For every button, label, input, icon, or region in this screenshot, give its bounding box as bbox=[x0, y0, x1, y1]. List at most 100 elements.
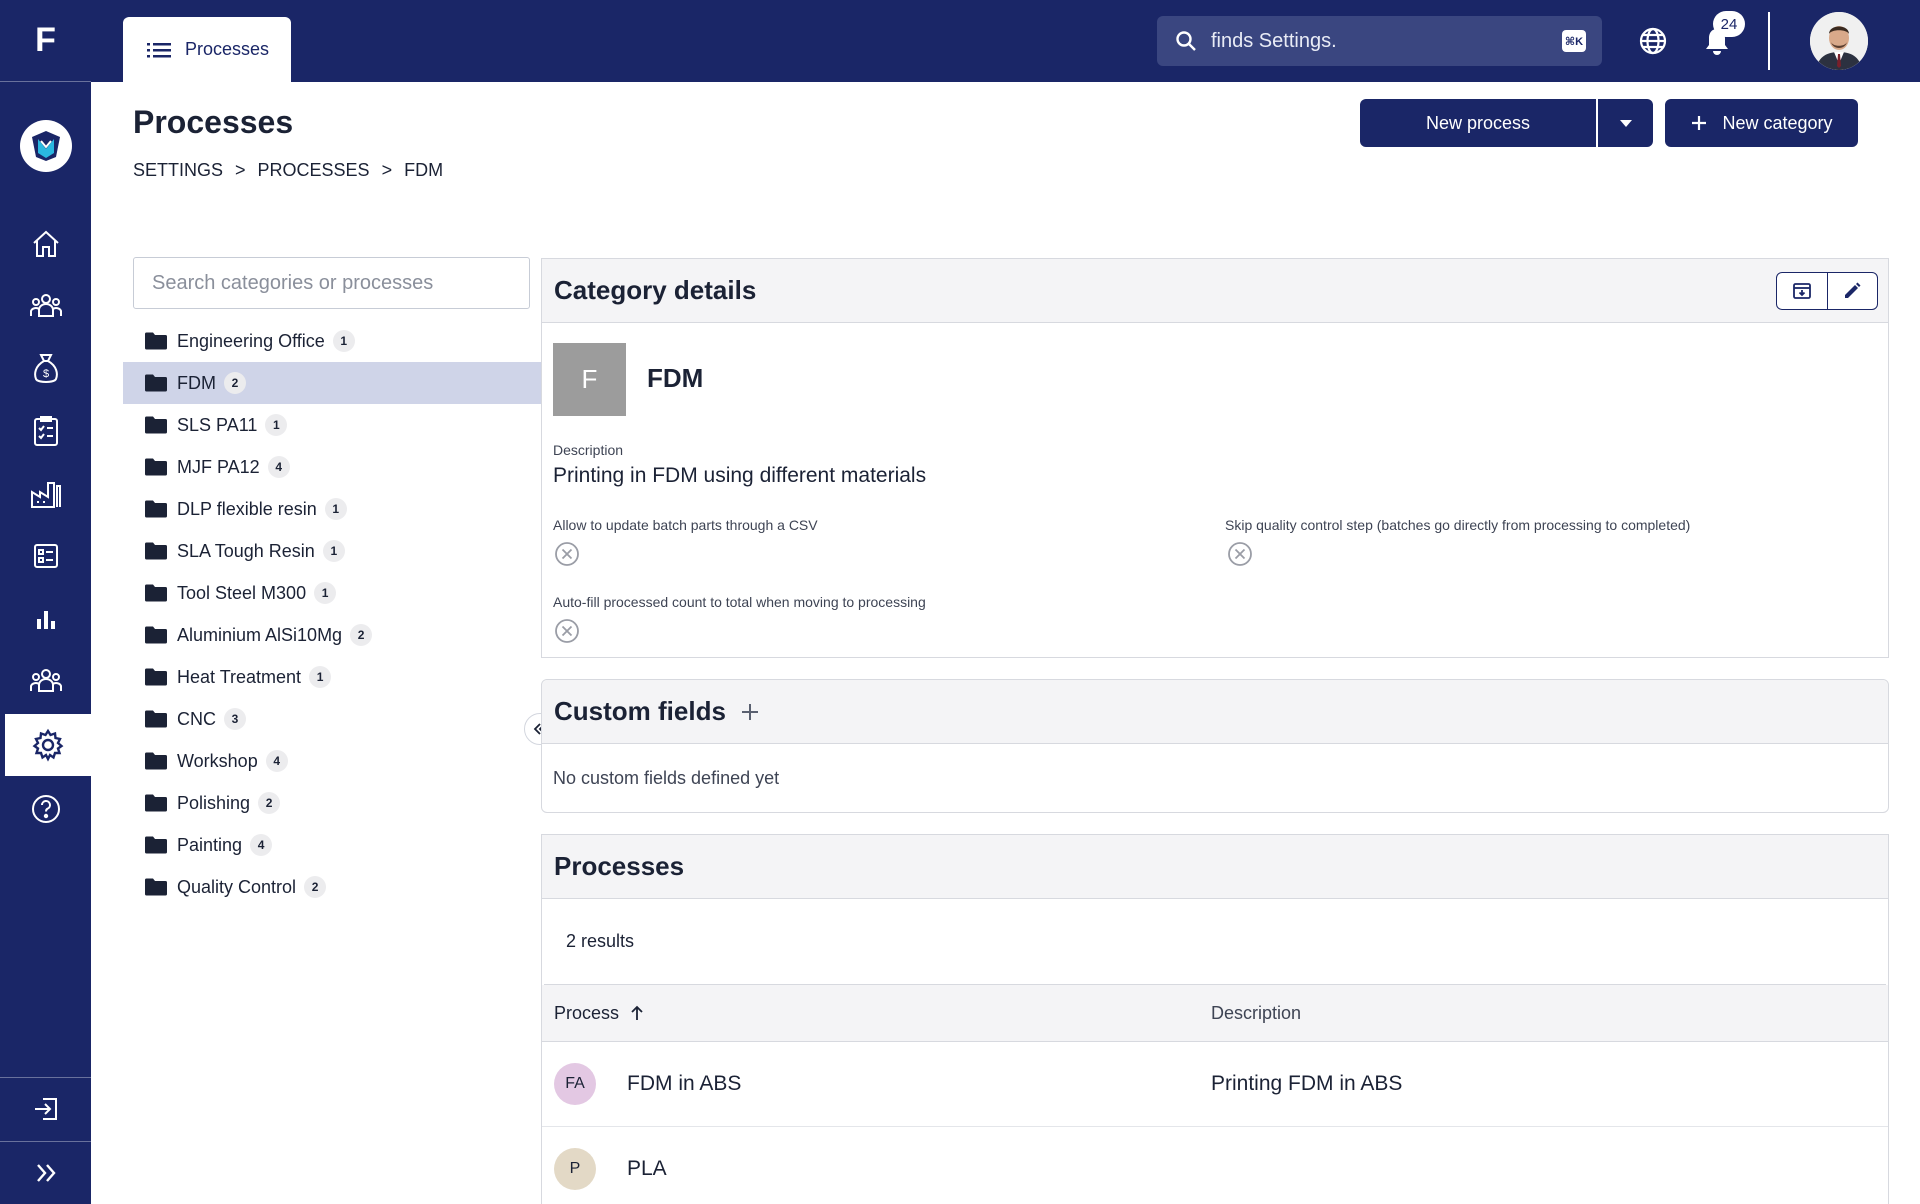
checklist-icon bbox=[33, 416, 58, 446]
folder-icon bbox=[145, 878, 167, 896]
folder-icon bbox=[145, 836, 167, 854]
rail-analytics[interactable] bbox=[0, 588, 91, 650]
help-icon bbox=[31, 795, 60, 823]
tree-item[interactable]: FDM 2 bbox=[123, 362, 541, 404]
tree-item-label: Quality Control bbox=[177, 876, 297, 897]
add-custom-field-icon[interactable] bbox=[740, 702, 760, 722]
tree-item[interactable]: SLA Tough Resin 1 bbox=[123, 530, 541, 572]
process-description: Printing FDM in ABS bbox=[1211, 1072, 1403, 1095]
tree-item[interactable]: Heat Treatment 1 bbox=[123, 656, 541, 698]
money-bag-icon: $ bbox=[33, 354, 58, 383]
breadcrumb-processes[interactable]: PROCESSES bbox=[258, 160, 370, 181]
new-category-button[interactable]: New category bbox=[1665, 99, 1858, 147]
caret-down-icon bbox=[1619, 119, 1632, 127]
folder-icon bbox=[145, 794, 167, 812]
tree-item[interactable]: Tool Steel M300 1 bbox=[123, 572, 541, 614]
tree-item-label: SLA Tough Resin bbox=[177, 540, 315, 561]
tree-item[interactable]: DLP flexible resin 1 bbox=[123, 488, 541, 530]
option-csv-label: Allow to update batch parts through a CS… bbox=[553, 517, 818, 533]
rail-logout[interactable] bbox=[0, 1078, 91, 1140]
folder-icon bbox=[145, 416, 167, 434]
tree-item[interactable]: Workshop 4 bbox=[123, 740, 541, 782]
category-actions bbox=[1776, 272, 1878, 310]
tree-item[interactable]: SLS PA11 1 bbox=[123, 404, 541, 446]
gear-icon bbox=[32, 728, 64, 762]
column-description[interactable]: Description bbox=[1211, 1003, 1301, 1024]
rail-help[interactable] bbox=[0, 778, 91, 840]
tree-search-input[interactable] bbox=[133, 257, 530, 309]
folder-icon bbox=[145, 332, 167, 350]
tree-item[interactable]: Aluminium AlSi10Mg 2 bbox=[123, 614, 541, 656]
global-search[interactable]: ⌘K bbox=[1157, 16, 1602, 66]
tree-item-label: Engineering Office bbox=[177, 330, 325, 351]
shield-logo-icon bbox=[32, 131, 60, 161]
rail-settings[interactable] bbox=[5, 714, 91, 776]
users-icon bbox=[29, 669, 62, 692]
table-row[interactable]: FA FDM in ABS Printing FDM in ABS bbox=[542, 1042, 1888, 1127]
tab-processes[interactable]: Processes bbox=[123, 17, 291, 82]
home-icon bbox=[32, 230, 59, 257]
tree-item-count: 1 bbox=[332, 330, 355, 352]
edit-category-button[interactable] bbox=[1828, 273, 1878, 309]
disabled-x-icon bbox=[555, 619, 579, 643]
rail-expand[interactable] bbox=[0, 1142, 91, 1204]
topbar-divider bbox=[1768, 12, 1770, 70]
list-icon bbox=[33, 544, 58, 568]
tree-item-count: 1 bbox=[314, 582, 337, 604]
rail-factory[interactable] bbox=[0, 463, 91, 525]
org-logo[interactable] bbox=[20, 120, 72, 172]
process-name[interactable]: PLA bbox=[627, 1157, 667, 1181]
new-process-dropdown-button[interactable] bbox=[1597, 99, 1653, 147]
folder-icon bbox=[145, 668, 167, 686]
table-row[interactable]: P PLA bbox=[542, 1127, 1888, 1204]
tree-item-label: SLS PA11 bbox=[177, 414, 258, 435]
process-avatar: P bbox=[554, 1148, 596, 1190]
logout-icon bbox=[34, 1098, 57, 1120]
archive-icon bbox=[1792, 283, 1811, 299]
archive-category-button[interactable] bbox=[1777, 273, 1828, 309]
user-avatar[interactable] bbox=[1810, 12, 1868, 70]
svg-text:$: $ bbox=[42, 368, 48, 380]
category-description: Printing in FDM using different material… bbox=[553, 464, 927, 487]
category-details-panel: Category details F FDM Description Print… bbox=[541, 258, 1889, 658]
processes-header: Processes bbox=[542, 835, 1888, 899]
pencil-icon bbox=[1845, 282, 1861, 298]
factory-icon bbox=[30, 482, 61, 508]
column-process[interactable]: Process bbox=[554, 1003, 645, 1024]
tree-item[interactable]: CNC 3 bbox=[123, 698, 541, 740]
category-details-header: Category details bbox=[542, 259, 1888, 323]
category-avatar: F bbox=[553, 343, 626, 416]
category-details-title: Category details bbox=[554, 275, 757, 305]
process-name[interactable]: FDM in ABS bbox=[627, 1072, 741, 1096]
language-button[interactable] bbox=[1634, 22, 1672, 60]
tree-item-count: 1 bbox=[309, 666, 332, 688]
global-search-input[interactable] bbox=[1211, 29, 1541, 53]
app-logo[interactable]: F bbox=[0, 0, 91, 82]
tree-item[interactable]: Polishing 2 bbox=[123, 782, 541, 824]
folder-icon bbox=[145, 542, 167, 560]
breadcrumb-settings[interactable]: SETTINGS bbox=[133, 160, 223, 181]
page-title: Processes bbox=[133, 104, 294, 140]
user-photo-icon bbox=[1810, 12, 1868, 70]
tree-item-count: 1 bbox=[324, 498, 347, 520]
table-header: Process Description bbox=[542, 985, 1888, 1042]
breadcrumb-current: FDM bbox=[404, 160, 444, 180]
new-process-button[interactable]: New process bbox=[1360, 99, 1596, 147]
breadcrumb-separator: > bbox=[381, 160, 393, 180]
rail-finance[interactable]: $ bbox=[0, 338, 91, 400]
rail-home[interactable] bbox=[0, 213, 91, 275]
tree-item[interactable]: Painting 4 bbox=[123, 824, 541, 866]
rail-checklist[interactable] bbox=[0, 400, 91, 462]
tree-item[interactable]: Quality Control 2 bbox=[123, 866, 541, 908]
description-label: Description bbox=[553, 442, 624, 458]
tree-item-label: Polishing bbox=[177, 792, 251, 813]
process-avatar: FA bbox=[554, 1063, 596, 1105]
rail-list[interactable] bbox=[0, 525, 91, 587]
tree-item[interactable]: MJF PA12 4 bbox=[123, 446, 541, 488]
tree-item[interactable]: Engineering Office 1 bbox=[123, 320, 541, 362]
results-count: 2 results bbox=[544, 899, 1886, 985]
custom-fields-empty: No custom fields defined yet bbox=[553, 768, 780, 788]
rail-users[interactable] bbox=[0, 650, 91, 712]
rail-team[interactable] bbox=[0, 275, 91, 337]
tree-item-label: CNC bbox=[177, 708, 216, 729]
